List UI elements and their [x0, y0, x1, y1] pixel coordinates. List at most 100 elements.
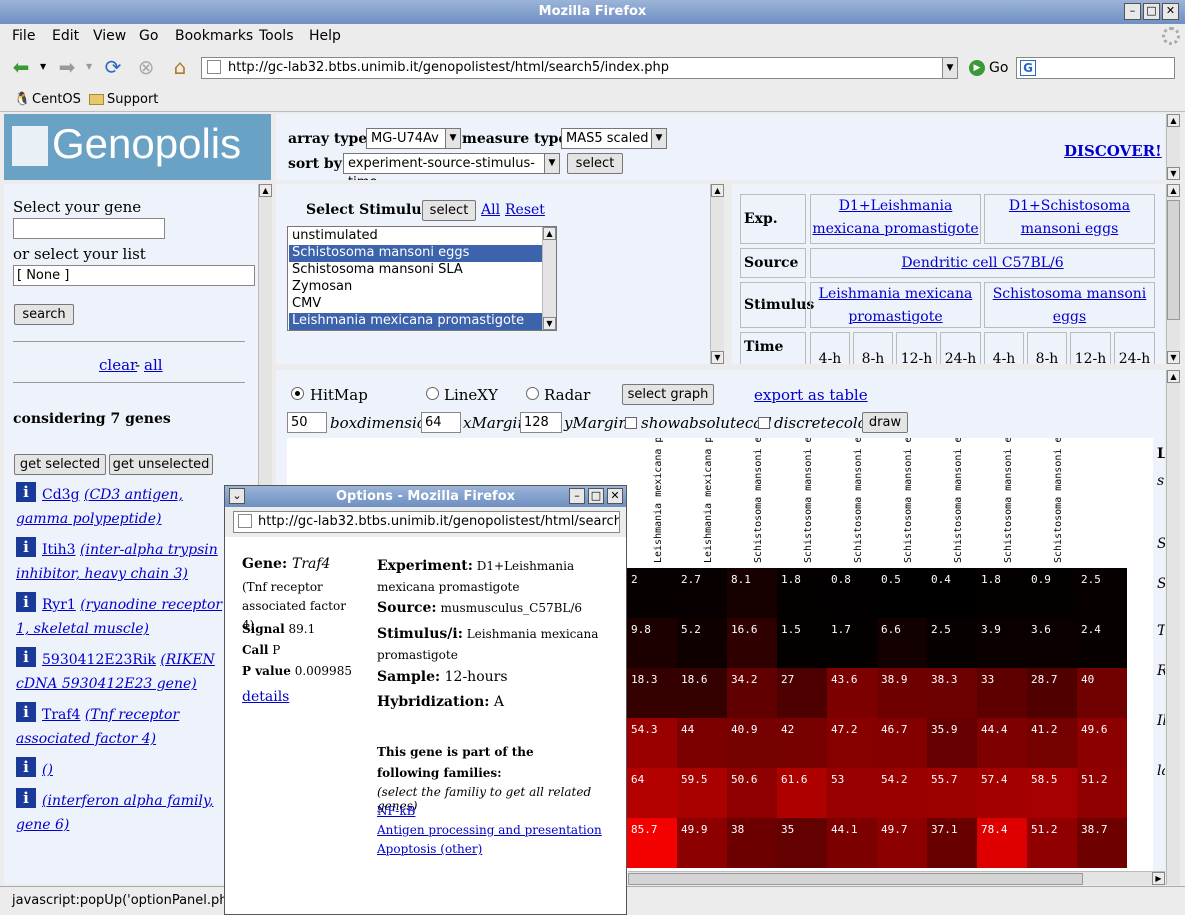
minimize-icon[interactable]: – — [1124, 3, 1141, 20]
family-link-antigen[interactable]: Antigen processing and presentation — [377, 823, 602, 837]
heatmap-cell[interactable]: 6.6 — [877, 618, 927, 668]
heatmap-cell[interactable]: 38.3 — [927, 668, 977, 718]
go-button[interactable]: Go — [989, 60, 1008, 76]
scroll-up-icon[interactable]: ▲ — [1167, 370, 1180, 383]
heatmap-cell[interactable]: 5.2 — [677, 618, 727, 668]
heatmap-cell[interactable]: 2 — [627, 568, 677, 618]
heatmap-cell[interactable]: 51.2 — [1077, 768, 1127, 818]
scroll-down-icon[interactable]: ▼ — [1167, 167, 1180, 180]
forward-dropdown-icon[interactable]: ▼ — [86, 62, 92, 71]
heatmap-cell[interactable]: 38.7 — [1077, 818, 1127, 868]
stimulus-scrollbar[interactable]: ▲ ▼ — [710, 184, 724, 364]
heatmap-cell[interactable]: 2.4 — [1077, 618, 1127, 668]
search-button[interactable]: search — [14, 304, 74, 325]
heatmap-cell[interactable]: 35.9 — [927, 718, 977, 768]
heatmap-cell[interactable]: 38.9 — [877, 668, 927, 718]
scroll-right-icon[interactable]: ▶ — [1152, 872, 1165, 885]
heatmap-cell[interactable]: 8.1 — [727, 568, 777, 618]
reload-icon[interactable]: ⟳ — [100, 54, 126, 80]
heatmap-cell[interactable]: 57.4 — [977, 768, 1027, 818]
back-dropdown-icon[interactable]: ▼ — [40, 62, 46, 71]
scroll-down-icon[interactable]: ▼ — [1167, 351, 1180, 364]
heatmap-cell[interactable]: 59.5 — [677, 768, 727, 818]
stim1-link[interactable]: Leishmania mexicana promastigote — [810, 282, 981, 328]
heatmap-cell[interactable]: 44.4 — [977, 718, 1027, 768]
graph-scrollbar[interactable]: ▲ — [1166, 370, 1180, 885]
stimulus-option[interactable]: Schistosoma mansoni SLA — [289, 262, 542, 279]
heatmap-cell[interactable]: 46.7 — [877, 718, 927, 768]
sort-by-select[interactable]: experiment-source-stimulus-time ▼ — [343, 153, 560, 180]
heatmap-cell[interactable]: 18.6 — [677, 668, 727, 718]
array-type-select[interactable]: MG-U74Av ▼ — [366, 128, 461, 149]
heatmap-cell[interactable]: 64 — [627, 768, 677, 818]
heatmap-cell[interactable]: 40.9 — [727, 718, 777, 768]
url-bar[interactable]: http://gc-lab32.btbs.unimib.it/genopolis… — [201, 57, 958, 79]
heatmap-cell[interactable]: 1.8 — [977, 568, 1027, 618]
discover-link[interactable]: DISCOVER! — [1064, 142, 1162, 160]
google-icon[interactable]: G — [1020, 60, 1036, 76]
scroll-up-icon[interactable]: ▲ — [1167, 114, 1180, 127]
heatmap-cell[interactable]: 2.5 — [1077, 568, 1127, 618]
showabsolutecall-checkbox[interactable] — [625, 417, 637, 429]
heatmap-cell[interactable]: 43.6 — [827, 668, 877, 718]
go-icon[interactable]: ▶ — [969, 60, 985, 76]
minimize-icon[interactable]: – — [569, 488, 585, 504]
stimulus-listbox[interactable]: unstimulated Schistosoma mansoni eggs Sc… — [287, 226, 557, 331]
select-graph-button[interactable]: select graph — [622, 384, 714, 405]
heatmap-cell[interactable]: 0.4 — [927, 568, 977, 618]
discretecolor-checkbox[interactable] — [758, 417, 770, 429]
xmargin-input[interactable]: 64 — [421, 412, 461, 433]
heatmap-cell[interactable]: 0.8 — [827, 568, 877, 618]
exp2-link[interactable]: D1+Schistosoma mansoni eggs — [984, 194, 1155, 244]
all-link[interactable]: all — [144, 356, 163, 374]
gene-link-ryr1[interactable]: Ryr1 (ryanodine receptor 1, skeletal mus… — [16, 593, 231, 641]
stimulus-option[interactable]: unstimulated — [289, 228, 542, 245]
menu-go[interactable]: Go — [139, 28, 158, 44]
gene-input[interactable] — [13, 218, 165, 239]
heatmap-cell[interactable]: 18.3 — [627, 668, 677, 718]
scroll-up-icon[interactable]: ▲ — [543, 227, 556, 240]
family-link-nfkb[interactable]: NF-kB — [377, 804, 415, 818]
stimulus-option[interactable]: Leishmania mexicana promastigote — [289, 313, 542, 330]
scroll-thumb[interactable] — [628, 873, 1083, 885]
stim2-link[interactable]: Schistosoma mansoni eggs — [984, 282, 1155, 328]
menu-tools[interactable]: Tools — [259, 28, 294, 44]
heatmap-cell[interactable]: 85.7 — [627, 818, 677, 868]
stimulus-select-button[interactable]: select — [422, 200, 476, 221]
gene-link-itih3[interactable]: Itih3 (inter-alpha trypsin inhibitor, he… — [16, 538, 231, 586]
close-icon[interactable]: ✕ — [607, 488, 623, 504]
back-arrow-icon[interactable]: ⬅ — [8, 54, 34, 80]
heatmap-cell[interactable]: 9.8 — [627, 618, 677, 668]
export-table-link[interactable]: export as table — [754, 386, 868, 404]
experiment-scrollbar[interactable]: ▲ ▼ — [1166, 184, 1180, 364]
menu-help[interactable]: Help — [309, 28, 341, 44]
heatmap-cell[interactable]: 49.6 — [1077, 718, 1127, 768]
bookmark-centos[interactable]: CentOS — [32, 92, 81, 107]
stimulus-reset-link[interactable]: Reset — [505, 202, 545, 218]
heatmap-cell[interactable]: 50.6 — [727, 768, 777, 818]
gene-link-unnamed[interactable]: () — [16, 758, 231, 782]
heatmap-cell[interactable]: 37.1 — [927, 818, 977, 868]
heatmap-cell[interactable]: 34.2 — [727, 668, 777, 718]
bookmark-support[interactable]: Support — [107, 92, 158, 107]
heatmap-cell[interactable]: 78.4 — [977, 818, 1027, 868]
heatmap-cell[interactable]: 16.6 — [727, 618, 777, 668]
heatmap-cell[interactable]: 42 — [777, 718, 827, 768]
scroll-up-icon[interactable]: ▲ — [711, 184, 724, 197]
gene-link-ifna6[interactable]: (interferon alpha family, gene 6) — [16, 789, 231, 837]
stimulus-option[interactable]: Zymosan — [289, 279, 542, 296]
gene-link-cd3g[interactable]: Cd3g (CD3 antigen, gamma polypeptide) — [16, 483, 231, 531]
heatmap-cell[interactable]: 55.7 — [927, 768, 977, 818]
heatmap-cell[interactable]: 27 — [777, 668, 827, 718]
gene-link-traf4[interactable]: Traf4 (Tnf receptor associated factor 4) — [16, 703, 231, 751]
menu-bookmarks[interactable]: Bookmarks — [175, 28, 253, 44]
heatmap-cell[interactable]: 3.6 — [1027, 618, 1077, 668]
stimulus-all-link[interactable]: All — [481, 202, 500, 218]
close-icon[interactable]: ✕ — [1162, 3, 1179, 20]
forward-arrow-icon[interactable]: ➡ — [54, 54, 80, 80]
stop-icon[interactable]: ⊗ — [133, 54, 159, 80]
graph-hscrollbar[interactable]: ▶ — [628, 871, 1165, 885]
heatmap-cell[interactable]: 49.9 — [677, 818, 727, 868]
heatmap-cell[interactable]: 38 — [727, 818, 777, 868]
heatmap-cell[interactable]: 61.6 — [777, 768, 827, 818]
